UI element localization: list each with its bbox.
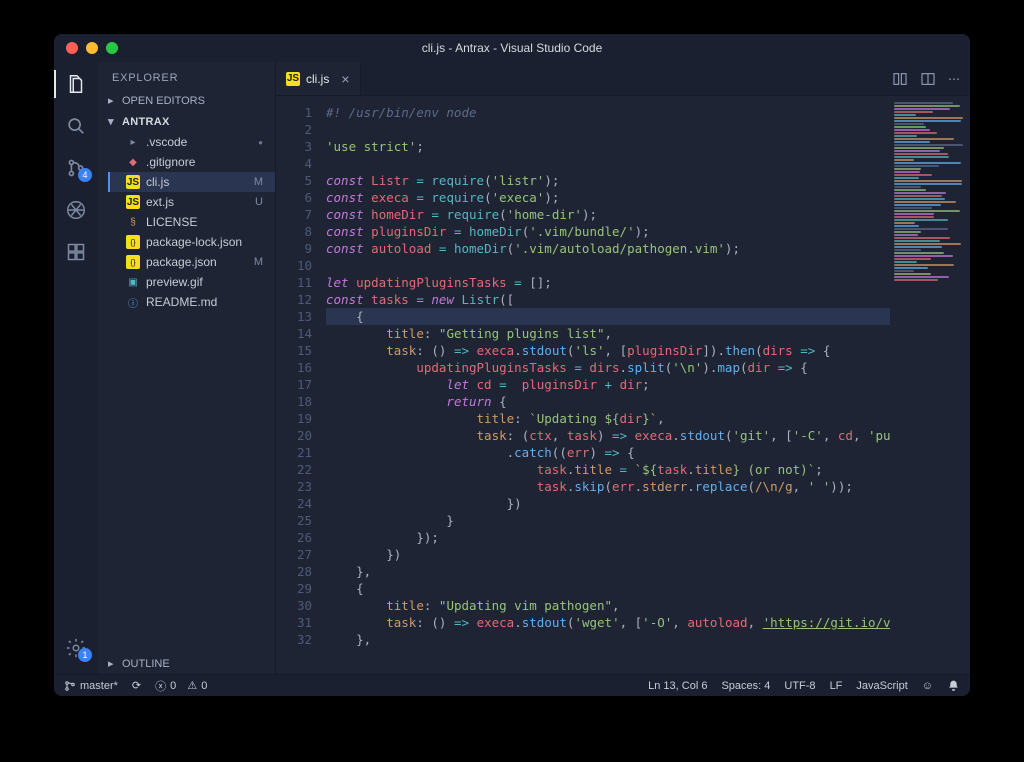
code-editor[interactable]: 1234567891011121314151617181920212223242…	[276, 96, 970, 674]
scm-icon[interactable]: 4	[64, 156, 88, 180]
more-actions-icon[interactable]: ⋯	[948, 72, 960, 86]
file-item-README-md[interactable]: ⓘ README.md	[108, 292, 275, 312]
file-item-LICENSE[interactable]: § LICENSE	[108, 212, 275, 232]
file-item--gitignore[interactable]: ◆ .gitignore	[108, 152, 275, 172]
editor-area: JS cli.js × ⋯ 12345678910111213141516171…	[276, 62, 970, 674]
folder-file-icon: ▸	[126, 135, 140, 149]
outline-label: OUTLINE	[122, 658, 170, 670]
errors-icon: ⓧ	[155, 678, 166, 694]
file-name: .gitignore	[146, 155, 195, 169]
code-content[interactable]: #! /usr/bin/env node 'use strict'; const…	[322, 96, 970, 674]
file-name: cli.js	[146, 175, 169, 189]
file-status-flag	[258, 136, 267, 148]
tab-cli-js[interactable]: JS cli.js ×	[276, 62, 361, 95]
file-status-flag: M	[254, 256, 267, 268]
file-name: ext.js	[146, 195, 174, 209]
file-item-ext-js[interactable]: JS ext.js U	[108, 192, 275, 212]
git-branch[interactable]: master*	[64, 680, 118, 692]
js-file-icon: JS	[126, 195, 140, 209]
warnings-count: 0	[201, 680, 207, 692]
js-file-icon: JS	[286, 72, 300, 86]
traffic-lights	[54, 42, 118, 54]
tab-bar: JS cli.js × ⋯	[276, 62, 970, 96]
maximize-window-button[interactable]	[106, 42, 118, 54]
settings-gear-icon[interactable]: 1	[64, 636, 88, 660]
close-tab-icon[interactable]: ×	[341, 71, 349, 87]
file-name: package.json	[146, 255, 217, 269]
sidebar: EXPLORER ▸OPEN EDITORS ▾ANTRAX ▸ .vscode ◆…	[98, 62, 276, 674]
file-name: .vscode	[146, 135, 187, 149]
minimap[interactable]	[890, 96, 970, 674]
errors-count: 0	[170, 680, 176, 692]
compare-changes-icon[interactable]	[892, 71, 908, 87]
file-item-package-lock-json[interactable]: {} package-lock.json	[108, 232, 275, 252]
img-file-icon: ▣	[126, 275, 140, 289]
project-label: ANTRAX	[122, 116, 170, 128]
section-project[interactable]: ▾ANTRAX	[98, 111, 275, 132]
split-editor-icon[interactable]	[920, 71, 936, 87]
encoding[interactable]: UTF-8	[784, 680, 815, 692]
sync-button[interactable]: ⟳	[132, 679, 141, 692]
js-file-icon: JS	[126, 175, 140, 189]
indentation[interactable]: Spaces: 4	[721, 680, 770, 692]
file-item-preview-gif[interactable]: ▣ preview.gif	[108, 272, 275, 292]
activity-bar: 4 1	[54, 62, 98, 674]
tab-actions: ⋯	[892, 62, 970, 95]
notifications-icon[interactable]	[947, 679, 960, 692]
file-item--vscode[interactable]: ▸ .vscode	[108, 132, 275, 152]
explorer-icon[interactable]	[64, 72, 88, 96]
file-name: README.md	[146, 295, 217, 309]
titlebar: cli.js - Antrax - Visual Studio Code	[54, 34, 970, 62]
section-outline[interactable]: ▸OUTLINE	[98, 653, 275, 674]
scm-badge: 4	[78, 168, 92, 182]
feedback-icon[interactable]: ☺	[922, 680, 933, 692]
file-status-flag: M	[254, 176, 267, 188]
language-mode[interactable]: JavaScript	[856, 680, 907, 692]
vscode-window: cli.js - Antrax - Visual Studio Code 4 1	[54, 34, 970, 696]
cursor-position[interactable]: Ln 13, Col 6	[648, 680, 707, 692]
branch-label: master*	[80, 680, 118, 692]
file-status-flag: U	[255, 196, 267, 208]
json-file-icon: {}	[126, 235, 140, 249]
settings-badge: 1	[78, 648, 92, 662]
file-tree: ▸ .vscode ◆ .gitignore JS cli.js M JS ext.js U § LI…	[98, 132, 275, 312]
status-bar: master* ⟳ ⓧ 0 ⚠ 0 Ln 13, Col 6 Spaces: 4 U…	[54, 674, 970, 696]
eol[interactable]: LF	[830, 680, 843, 692]
file-item-cli-js[interactable]: JS cli.js M	[108, 172, 275, 192]
line-gutter: 1234567891011121314151617181920212223242…	[276, 96, 322, 674]
sidebar-title: EXPLORER	[98, 62, 275, 90]
file-item-package-json[interactable]: {} package.json M	[108, 252, 275, 272]
open-editors-label: OPEN EDITORS	[122, 95, 205, 107]
tab-label: cli.js	[306, 72, 329, 86]
section-open-editors[interactable]: ▸OPEN EDITORS	[98, 90, 275, 111]
file-name: package-lock.json	[146, 235, 242, 249]
debug-icon[interactable]	[64, 198, 88, 222]
json-file-icon: {}	[126, 255, 140, 269]
md-file-icon: ⓘ	[126, 295, 140, 309]
lic-file-icon: §	[126, 215, 140, 229]
file-name: LICENSE	[146, 215, 197, 229]
close-window-button[interactable]	[66, 42, 78, 54]
window-title: cli.js - Antrax - Visual Studio Code	[54, 41, 970, 55]
extensions-icon[interactable]	[64, 240, 88, 264]
warnings-icon: ⚠	[187, 679, 197, 692]
sync-icon: ⟳	[132, 679, 141, 692]
search-icon[interactable]	[64, 114, 88, 138]
problems[interactable]: ⓧ 0 ⚠ 0	[155, 678, 207, 694]
file-name: preview.gif	[146, 275, 203, 289]
minimize-window-button[interactable]	[86, 42, 98, 54]
git-file-icon: ◆	[126, 155, 140, 169]
